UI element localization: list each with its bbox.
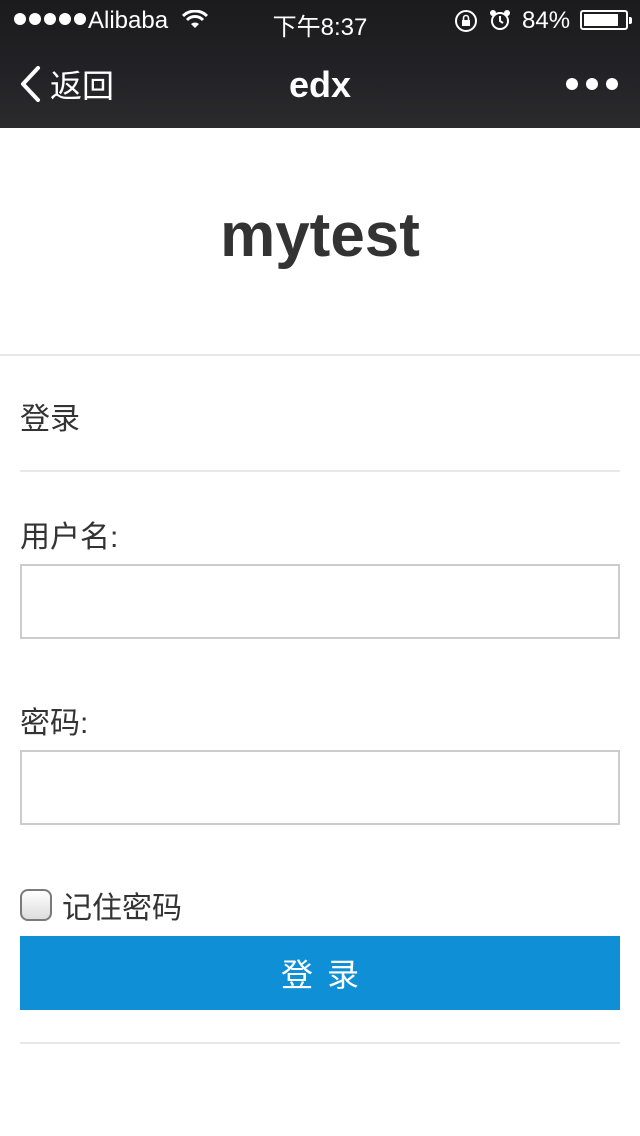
battery-percent: 84% <box>522 7 571 34</box>
username-input[interactable] <box>20 564 620 639</box>
alarm-icon <box>490 10 510 30</box>
site-title: mytest <box>220 201 420 270</box>
remember-password-label[interactable]: 记住密码 <box>62 883 182 927</box>
password-label: 密码: <box>20 707 89 740</box>
battery-icon <box>580 10 632 30</box>
divider <box>20 470 620 472</box>
divider <box>0 354 640 356</box>
password-input[interactable] <box>20 750 620 825</box>
login-button[interactable]: 登录 <box>20 936 620 1010</box>
divider <box>20 1042 620 1044</box>
more-dots-icon[interactable] <box>566 78 618 90</box>
username-label: 用户名: <box>20 521 119 554</box>
remember-password-checkbox[interactable] <box>20 889 52 921</box>
navigation-bar: 返回 edx <box>0 40 640 128</box>
section-title: 登录 <box>20 403 80 436</box>
top-bar: Alibaba 下午8:37 84% 返回 edx <box>0 0 640 128</box>
rotation-lock-icon <box>455 10 477 32</box>
remember-password-row[interactable]: 记住密码 <box>20 883 182 927</box>
status-bar: Alibaba 下午8:37 84% <box>0 0 640 41</box>
nav-title: edx <box>288 64 352 105</box>
